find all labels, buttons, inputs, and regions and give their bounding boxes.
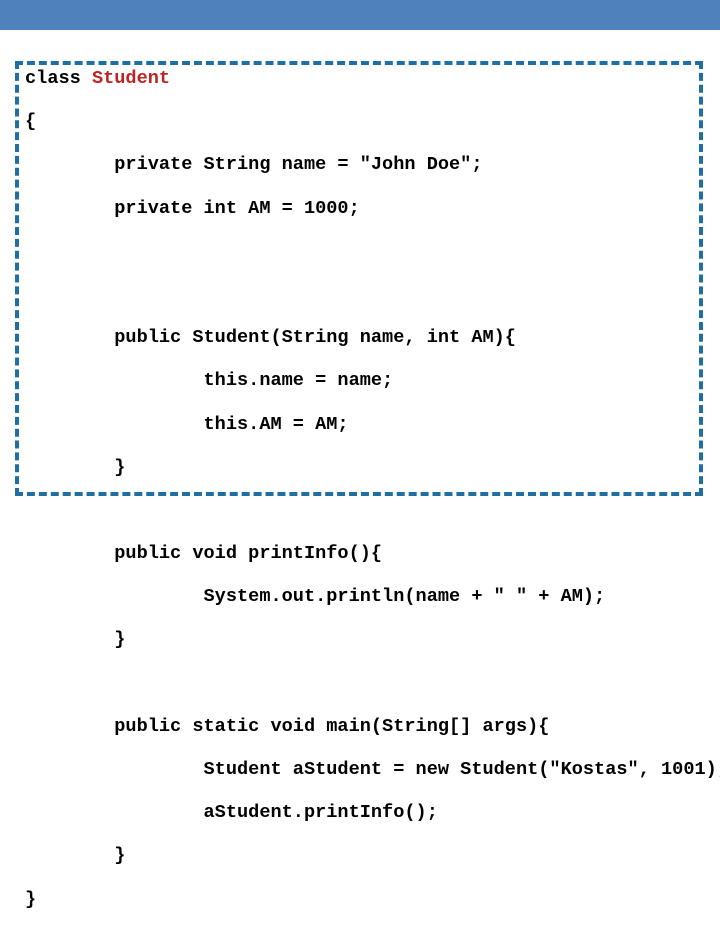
code-token-text: public Student(String name, int AM){ [25, 327, 516, 349]
code-listing: class Student { private String name = "J… [25, 68, 720, 932]
code-token-text: private String name = "John Doe"; [25, 154, 483, 176]
code-token-text: } [25, 845, 126, 867]
code-line: { [25, 111, 701, 133]
code-line: Student aStudent = new Student("Kostas",… [25, 759, 720, 781]
code-token-text: aStudent.printInfo(); [25, 802, 438, 824]
code-line: private String name = "John Doe"; [25, 154, 701, 176]
code-token-text: Student aStudent = new Student("Kostas",… [25, 759, 720, 780]
code-token-text: public void printInfo(){ [25, 543, 383, 565]
code-line: public Student(String name, int AM){ [25, 327, 701, 349]
code-line: } [25, 845, 701, 867]
code-token-text: { [25, 111, 37, 133]
code-token-text: class [25, 68, 92, 89]
code-token-text: } [25, 888, 37, 910]
code-token-text: public static void main(String[] args){ [25, 715, 550, 737]
code-token-text: this.AM = AM; [25, 413, 349, 435]
code-line: public static void main(String[] args){ [25, 716, 701, 738]
slide-header-bar [0, 0, 720, 30]
code-line: this.name = name; [25, 370, 701, 392]
code-token-classname: Student [91, 68, 171, 89]
slide-canvas: class Student { private String name = "J… [0, 0, 720, 910]
code-line: public void printInfo(){ [25, 543, 701, 565]
code-line: } [25, 457, 701, 479]
code-token-text: System.out.println(name + " " + AM); [25, 586, 606, 608]
code-line: this.AM = AM; [25, 414, 701, 436]
code-block-container: class Student { private String name = "J… [15, 61, 720, 910]
code-token-text: private int AM = 1000; [25, 197, 360, 219]
code-token-text: } [25, 456, 126, 478]
code-line: aStudent.printInfo(); [25, 802, 701, 824]
code-token-text: } [25, 629, 126, 651]
code-line: private int AM = 1000; [25, 198, 701, 220]
code-token-text: this.name = name; [25, 370, 394, 392]
code-line: class Student [25, 68, 701, 90]
code-line: } [25, 629, 701, 651]
code-line: } [25, 889, 701, 911]
code-line: System.out.println(name + " " + AM); [25, 586, 701, 608]
